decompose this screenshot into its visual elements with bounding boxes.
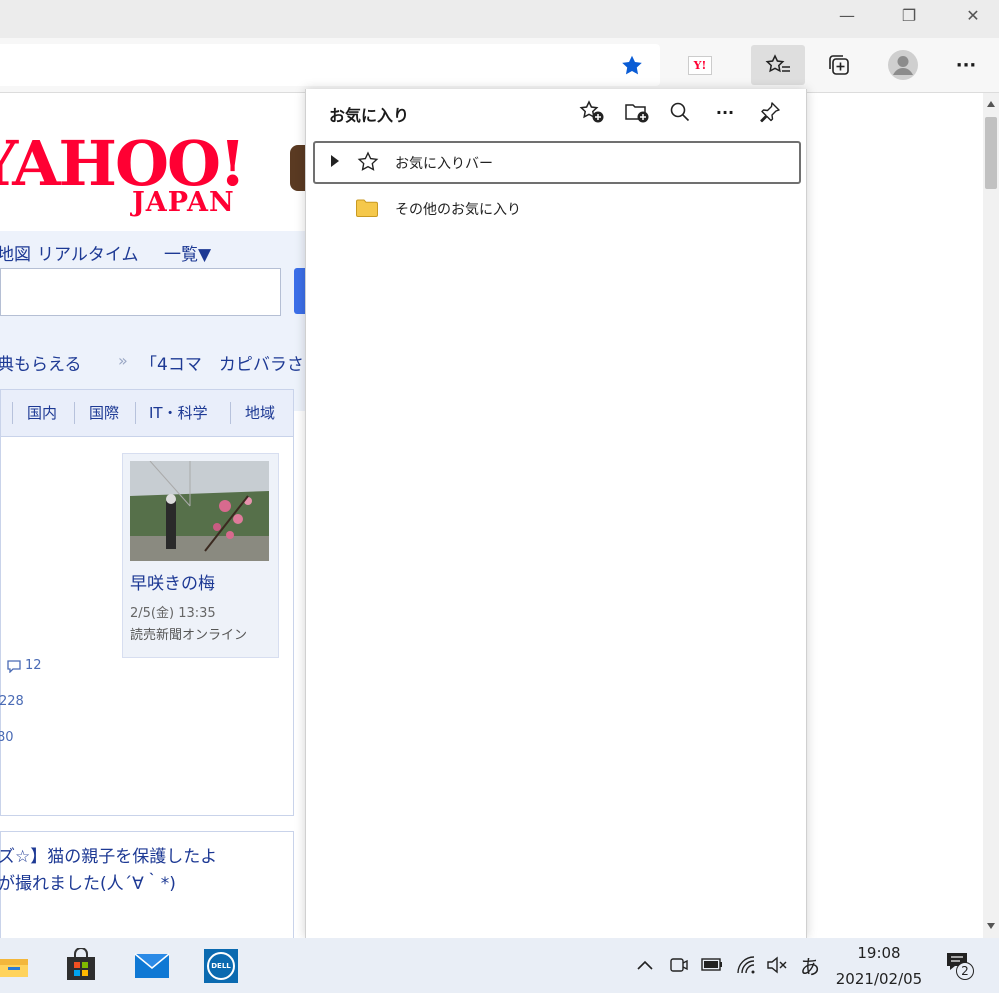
favorites-list-icon: [765, 54, 790, 73]
dell-icon: DELL: [207, 952, 235, 980]
clock-time[interactable]: 19:08: [826, 944, 932, 962]
tab-local[interactable]: 地域: [245, 402, 275, 423]
wifi-icon[interactable]: [736, 955, 758, 975]
file-explorer-button[interactable]: [0, 953, 28, 979]
restore-button[interactable]: ❐: [886, 0, 932, 30]
photo-news-source: 読売新聞オンライン: [130, 628, 248, 643]
scroll-thumb[interactable]: [985, 117, 997, 189]
add-favorite-button[interactable]: [574, 97, 610, 127]
close-window-button[interactable]: ✕: [950, 0, 996, 30]
store-button[interactable]: [64, 947, 98, 982]
topic-headline-box: ズ☆】猫の親子を保護したよ が撮れました(人´∀｀*): [0, 831, 294, 938]
favorites-panel: お気に入り ··· お気に入りバー その他のお気に入り: [305, 89, 807, 938]
title-bar: — ❐ ✕: [0, 0, 999, 38]
yahoo-extension-button[interactable]: Y!: [677, 45, 723, 85]
favorites-button[interactable]: [751, 45, 805, 85]
tab-domestic[interactable]: 国内: [27, 402, 57, 423]
minimize-icon: —: [839, 5, 855, 25]
taskbar: DELL あ 19:08 2021/02/05 2: [0, 938, 999, 993]
comment-count: 12: [25, 658, 42, 673]
search-input[interactable]: [0, 268, 281, 316]
tab-world[interactable]: 国際: [89, 402, 119, 423]
scroll-up-icon[interactable]: [987, 101, 995, 107]
favorite-star-filled-icon[interactable]: [620, 54, 644, 77]
nav-item-list[interactable]: 一覧▼: [164, 240, 211, 265]
tab-divider: [12, 402, 13, 424]
avatar-icon: [888, 50, 918, 80]
nav-item-realtime[interactable]: リアルタイム: [37, 240, 139, 265]
more-icon: ···: [715, 102, 735, 122]
restore-icon: ❐: [901, 5, 917, 25]
other-favorites-item[interactable]: その他のお気に入り: [315, 193, 799, 227]
topic-headline[interactable]: ズ☆】猫の親子を保護したよ が撮れました(人´∀｀*): [0, 844, 217, 898]
settings-more-button[interactable]: ···: [943, 45, 989, 85]
store-icon: [67, 947, 95, 980]
folder-taskbar-icon: [0, 959, 28, 977]
nav-item-map[interactable]: 地図: [0, 240, 31, 265]
yahoo-extension-icon: Y!: [688, 55, 712, 75]
add-folder-button[interactable]: [619, 97, 655, 127]
logo-sub: JAPAN: [132, 187, 235, 218]
add-folder-icon: [625, 104, 649, 123]
add-favorite-icon: [579, 100, 604, 123]
favorites-panel-title: お気に入り: [329, 106, 410, 125]
ime-indicator[interactable]: あ: [798, 938, 822, 993]
collections-icon: [829, 55, 849, 75]
favorites-bar-item[interactable]: お気に入りバー: [313, 141, 801, 184]
mail-button[interactable]: [134, 950, 170, 982]
expand-arrow-icon[interactable]: [331, 155, 339, 167]
battery-icon[interactable]: [701, 957, 723, 973]
plum-blossom-photo: [130, 461, 269, 561]
tab-divider: [135, 402, 136, 424]
promo-arrow: »: [118, 351, 128, 370]
logo-main: YAHOO!: [0, 127, 246, 200]
photo-news-card[interactable]: 早咲きの梅 2/5(金) 13:35 読売新聞オンライン: [122, 453, 279, 658]
notification-center-button[interactable]: 2: [946, 952, 974, 982]
notification-count-badge: 2: [956, 962, 974, 980]
search-icon: [670, 102, 690, 122]
folder-icon: [356, 199, 378, 217]
pin-favorites-button[interactable]: [752, 97, 788, 127]
comment-count: 228: [0, 694, 24, 709]
favorites-more-button[interactable]: ···: [707, 97, 743, 127]
photo-news-title: 早咲きの梅: [130, 574, 215, 594]
tab-divider: [230, 402, 231, 424]
mail-icon: [134, 953, 170, 978]
promo-link-2[interactable]: 「4コマ カピバラさ: [140, 350, 304, 375]
show-hidden-icons-icon[interactable]: [636, 958, 654, 972]
scroll-down-icon[interactable]: [987, 923, 995, 929]
close-icon: ✕: [966, 5, 980, 25]
page-scrollbar[interactable]: [983, 93, 999, 938]
meet-now-icon[interactable]: [669, 955, 689, 975]
more-icon: ···: [955, 54, 977, 76]
volume-muted-icon[interactable]: [766, 956, 788, 974]
mascot-graphic: [290, 145, 306, 191]
dell-button[interactable]: DELL: [204, 949, 238, 983]
pin-icon: [760, 102, 780, 123]
collections-button[interactable]: [816, 45, 862, 85]
other-favorites-label: その他のお気に入り: [395, 202, 521, 218]
news-tabs: 国内 国際 IT・科学 地域: [0, 389, 294, 437]
search-favorites-button[interactable]: [662, 97, 698, 127]
promo-link[interactable]: 典もらえる: [0, 350, 82, 375]
profile-button[interactable]: [880, 45, 926, 85]
comment-count: 80: [0, 730, 14, 745]
favorites-bar-label: お気に入りバー: [395, 156, 493, 172]
minimize-button[interactable]: —: [824, 0, 870, 30]
clock-date[interactable]: 2021/02/05: [826, 970, 932, 988]
star-outline-icon: [357, 151, 379, 171]
tab-it-science[interactable]: IT・科学: [149, 402, 208, 423]
tab-divider: [74, 402, 75, 424]
comment-icon: [7, 660, 21, 673]
address-bar[interactable]: [0, 44, 660, 86]
photo-news-datetime: 2/5(金) 13:35: [130, 606, 216, 621]
